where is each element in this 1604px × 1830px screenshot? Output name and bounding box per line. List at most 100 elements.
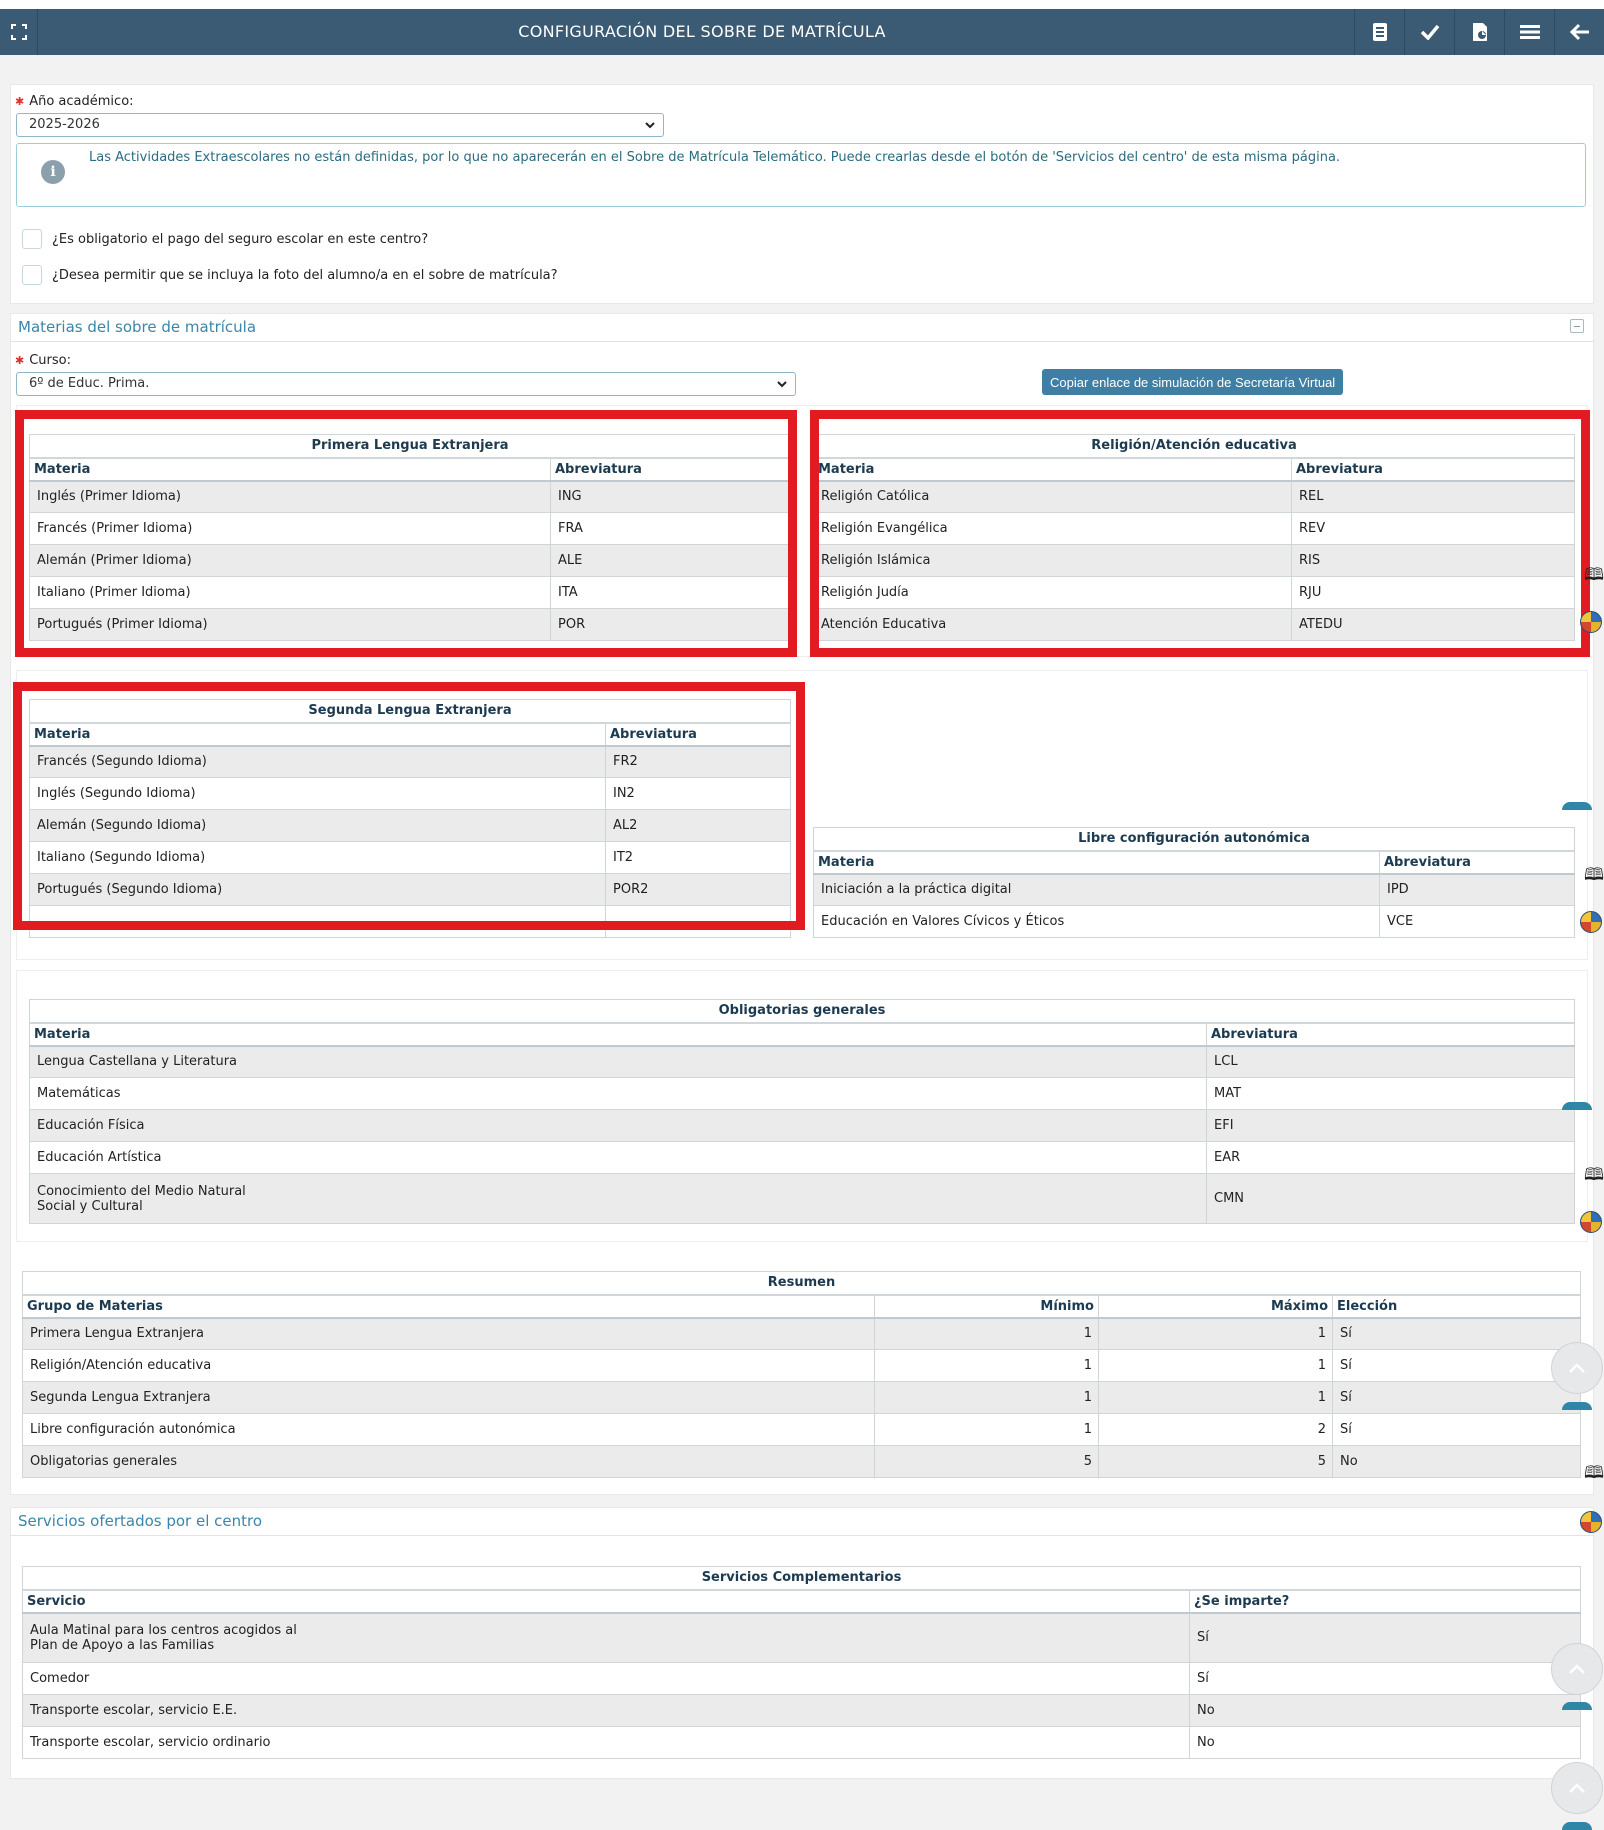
table-title: Obligatorias generales — [28, 999, 1576, 1024]
book-icon[interactable]: 🕮 — [1584, 1162, 1604, 1191]
service-offered: Sí — [1189, 1662, 1581, 1695]
group-min: 1 — [874, 1381, 1099, 1414]
scroll-to-top-button[interactable] — [1551, 1643, 1603, 1695]
info-icon: i — [41, 160, 65, 184]
table-row: Educación Física EFI — [29, 1109, 1576, 1142]
table-row: Religión/Atención educativa 1 1 Sí — [22, 1349, 1581, 1382]
group-choice: Sí — [1332, 1349, 1581, 1382]
list-icon[interactable] — [1504, 9, 1554, 55]
group-choice: Sí — [1332, 1413, 1581, 1446]
report-icon[interactable] — [1454, 9, 1504, 55]
group-max: 5 — [1098, 1445, 1333, 1478]
chat-bubble-edge[interactable] — [1562, 1102, 1592, 1110]
back-arrow-icon[interactable] — [1554, 9, 1604, 55]
fullscreen-icon[interactable] — [0, 9, 38, 55]
page-title: CONFIGURACIÓN DEL SOBRE DE MATRÍCULA — [518, 22, 886, 41]
book-icon[interactable]: 🕮 — [1584, 562, 1604, 591]
subject-abbr: MAT — [1205, 1077, 1576, 1110]
table-row: Educación Artística EAR — [29, 1141, 1576, 1174]
col-maximo: Máximo — [1098, 1294, 1333, 1319]
subject-name: Educación en Valores Cívicos y Éticos — [813, 905, 1380, 938]
book-icon[interactable]: 🕮 — [1584, 862, 1604, 891]
group-max: 1 — [1098, 1317, 1333, 1350]
col-minimo: Mínimo — [874, 1294, 1099, 1319]
service-offered: No — [1189, 1726, 1581, 1759]
section-divider — [10, 1535, 1594, 1536]
group-choice: Sí — [1332, 1317, 1581, 1350]
academic-year-value: 2025-2026 — [29, 117, 100, 132]
photo-checkbox[interactable] — [22, 265, 42, 285]
col-grupo: Grupo de Materias — [22, 1294, 875, 1319]
table-title: Resumen — [22, 1271, 1581, 1296]
subject-abbr: EAR — [1205, 1141, 1576, 1174]
highlight-box-religion — [810, 410, 1590, 657]
group-max: 1 — [1098, 1349, 1333, 1382]
table-title: Servicios Complementarios — [22, 1566, 1581, 1591]
group-name: Obligatorias generales — [22, 1445, 875, 1478]
insurance-checkbox-row[interactable]: ¿Es obligatorio el pago del seguro escol… — [22, 228, 428, 250]
document-icon[interactable] — [1354, 9, 1404, 55]
subject-name: Educación Física — [29, 1109, 1207, 1142]
chevron-up-icon — [1569, 1363, 1585, 1373]
table-row: Transporte escolar, servicio E.E. No — [22, 1694, 1581, 1727]
academic-year-select[interactable]: 2025-2026 — [16, 113, 664, 137]
header-actions — [1354, 9, 1604, 55]
group-name: Libre configuración autonómica — [22, 1413, 875, 1446]
chat-bubble-edge[interactable] — [1562, 802, 1592, 810]
course-select[interactable]: 6º de Educ. Prima. — [16, 372, 796, 396]
col-eleccion: Elección — [1332, 1294, 1581, 1319]
photo-checkbox-label: ¿Desea permitir que se incluya la foto d… — [52, 267, 558, 283]
obligatorias-table: Obligatorias generales Materia Abreviatur… — [28, 999, 1576, 1224]
subject-abbr: LCL — [1205, 1045, 1576, 1078]
insurance-checkbox[interactable] — [22, 229, 42, 249]
servicios-table: Servicios Complementarios Servicio ¿Se im… — [22, 1566, 1581, 1759]
subject-abbr: CMN — [1205, 1173, 1576, 1224]
col-se-imparte: ¿Se imparte? — [1189, 1589, 1581, 1614]
info-message: Las Actividades Extraescolares no están … — [89, 150, 1341, 165]
service-name: Comedor — [22, 1662, 1190, 1695]
group-min: 5 — [874, 1445, 1099, 1478]
course-label-text: Curso: — [29, 353, 71, 368]
subject-abbr: IPD — [1378, 873, 1576, 906]
service-offered: Sí — [1189, 1612, 1581, 1663]
scroll-to-top-button[interactable] — [1551, 1342, 1603, 1394]
col-materia: Materia — [813, 850, 1380, 875]
group-name: Segunda Lengua Extranjera — [22, 1381, 875, 1414]
subject-abbr: EFI — [1205, 1109, 1576, 1142]
chat-bubble-edge[interactable] — [1562, 1822, 1592, 1830]
col-abreviatura: Abreviatura — [1378, 850, 1576, 875]
col-materia: Materia — [29, 1022, 1207, 1047]
collapse-icon[interactable] — [1570, 319, 1584, 333]
table-row: Lengua Castellana y Literatura LCL — [29, 1045, 1576, 1078]
group-name: Religión/Atención educativa — [22, 1349, 875, 1382]
academic-year-label-text: Año académico: — [29, 94, 134, 109]
globe-icon[interactable] — [1580, 1211, 1602, 1233]
globe-icon[interactable] — [1580, 911, 1602, 933]
copy-simulation-link-button[interactable]: Copiar enlace de simulación de Secretarí… — [1042, 369, 1344, 395]
app-root: CONFIGURACIÓN DEL SOBRE DE MATRÍCULA ✱ Añ… — [0, 0, 1604, 1830]
photo-checkbox-row[interactable]: ¿Desea permitir que se incluya la foto d… — [22, 264, 558, 286]
header-bar: CONFIGURACIÓN DEL SOBRE DE MATRÍCULA — [0, 9, 1604, 55]
globe-icon[interactable] — [1580, 611, 1602, 633]
scroll-to-top-button[interactable] — [1551, 1762, 1603, 1814]
chat-bubble-edge[interactable] — [1562, 1402, 1592, 1410]
group-max: 1 — [1098, 1381, 1333, 1414]
group-min: 1 — [874, 1349, 1099, 1382]
subjects-section-title: Materias del sobre de matrícula — [18, 318, 257, 336]
insurance-checkbox-label: ¿Es obligatorio el pago del seguro escol… — [52, 231, 429, 247]
subject-name: Matemáticas — [29, 1077, 1207, 1110]
table-row: Libre configuración autonómica 1 2 Sí — [22, 1413, 1581, 1446]
highlight-box-segunda — [13, 682, 805, 930]
course-value: 6º de Educ. Prima. — [29, 376, 150, 391]
group-min: 1 — [874, 1317, 1099, 1350]
book-icon[interactable]: 🕮 — [1584, 1460, 1604, 1489]
check-icon[interactable] — [1404, 9, 1454, 55]
chevron-down-icon — [645, 122, 655, 129]
table-row: Iniciación a la práctica digital IPD — [813, 873, 1576, 906]
chat-bubble-edge[interactable] — [1562, 1702, 1592, 1710]
globe-icon[interactable] — [1580, 1511, 1602, 1533]
col-abreviatura: Abreviatura — [1205, 1022, 1576, 1047]
table-row: Obligatorias generales 5 5 No — [22, 1445, 1581, 1478]
info-box: i Las Actividades Extraescolares no está… — [16, 143, 1586, 207]
course-label: ✱ Curso: — [15, 353, 71, 368]
